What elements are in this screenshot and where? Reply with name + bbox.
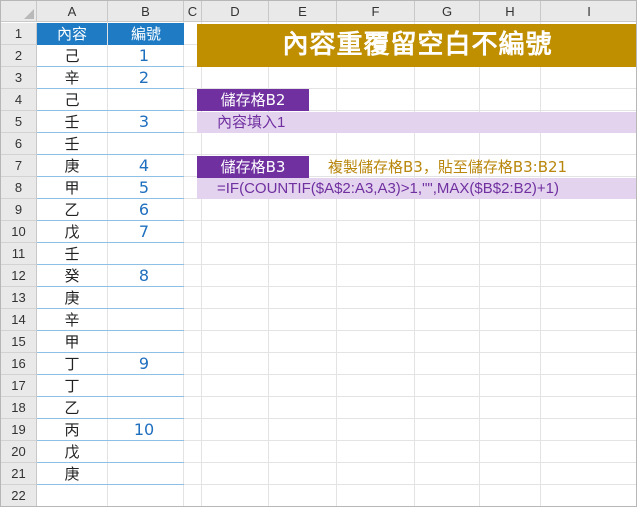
number-cell[interactable]: 4 [108, 155, 180, 177]
number-cell[interactable]: 9 [108, 353, 180, 375]
row-header[interactable]: 8 [1, 177, 37, 199]
row-header[interactable]: 12 [1, 265, 37, 287]
row-header[interactable]: 15 [1, 331, 37, 353]
title-banner[interactable]: 內容重覆留空白不編號 [197, 24, 636, 67]
number-cell[interactable] [108, 309, 180, 331]
content-cell[interactable]: 癸 [37, 265, 107, 287]
number-cell[interactable]: 8 [108, 265, 180, 287]
content-cell[interactable]: 己 [37, 89, 107, 111]
column-header[interactable]: H [480, 1, 541, 22]
number-cell[interactable]: 1 [108, 45, 180, 67]
row-header[interactable]: 14 [1, 309, 37, 331]
b2-formula-band[interactable]: 內容填入1 [197, 112, 636, 133]
content-cell[interactable]: 庚 [37, 287, 107, 309]
row-header[interactable]: 4 [1, 89, 37, 111]
column-gridline [336, 22, 337, 506]
number-cell[interactable]: 2 [108, 67, 180, 89]
content-cell[interactable]: 己 [37, 45, 107, 67]
column-header[interactable]: A [37, 1, 108, 22]
b3-copy-note[interactable]: 複製儲存格B3，貼至儲存格B3:B21 [328, 156, 567, 178]
column-header[interactable]: I [541, 1, 636, 22]
b2-label-tag[interactable]: 儲存格B2 [197, 89, 309, 111]
row-header[interactable]: 1 [1, 23, 37, 45]
row-header[interactable]: 18 [1, 397, 37, 419]
number-cell[interactable]: 10 [108, 419, 180, 441]
row-header[interactable]: 9 [1, 199, 37, 221]
number-cell[interactable] [108, 397, 180, 419]
number-cell[interactable] [108, 463, 180, 485]
number-cell[interactable]: 6 [108, 199, 180, 221]
number-cell[interactable] [108, 441, 180, 463]
row-header[interactable]: 7 [1, 155, 37, 177]
header-number-cell[interactable]: 編號 [108, 23, 184, 45]
content-cell[interactable]: 壬 [37, 133, 107, 155]
content-cell[interactable]: 丁 [37, 375, 107, 397]
table-row-divider [37, 484, 184, 485]
spreadsheet-grid: ABCDEFGHI 1 2 3 4 5 6 7 8 9 10 11 12 13 14 15 16 17 18 19 2… [0, 0, 637, 507]
column-gridline [540, 22, 541, 506]
column-header[interactable]: F [337, 1, 415, 22]
row-header[interactable]: 5 [1, 111, 37, 133]
row-header[interactable]: 22 [1, 485, 37, 506]
row-header[interactable]: 6 [1, 133, 37, 155]
number-cell[interactable] [108, 133, 180, 155]
b3-label-tag[interactable]: 儲存格B3 [197, 156, 309, 178]
row-header[interactable]: 19 [1, 419, 37, 441]
row-header[interactable]: 3 [1, 67, 37, 89]
content-cell[interactable]: 戊 [37, 441, 107, 463]
number-cell[interactable] [108, 331, 180, 353]
number-cell[interactable]: 5 [108, 177, 180, 199]
row-header[interactable]: 21 [1, 463, 37, 485]
content-cell[interactable]: 辛 [37, 67, 107, 89]
select-all-corner[interactable] [1, 1, 37, 22]
number-cell[interactable] [108, 243, 180, 265]
column-gridline [414, 22, 415, 506]
row-header[interactable]: 16 [1, 353, 37, 375]
column-gridline [479, 22, 480, 506]
row-header[interactable]: 20 [1, 441, 37, 463]
content-cell[interactable]: 辛 [37, 309, 107, 331]
content-cell[interactable]: 戊 [37, 221, 107, 243]
row-header[interactable]: 2 [1, 45, 37, 67]
content-cell[interactable]: 壬 [37, 111, 107, 133]
number-cell[interactable] [108, 89, 180, 111]
row-header[interactable]: 13 [1, 287, 37, 309]
row-header[interactable]: 11 [1, 243, 37, 265]
number-cell[interactable] [108, 375, 180, 397]
content-cell[interactable]: 丙 [37, 419, 107, 441]
content-cell[interactable]: 乙 [37, 397, 107, 419]
number-cell[interactable]: 7 [108, 221, 180, 243]
column-header[interactable]: B [108, 1, 184, 22]
column-header[interactable]: E [269, 1, 337, 22]
content-cell[interactable]: 乙 [37, 199, 107, 221]
content-cell[interactable]: 庚 [37, 463, 107, 485]
row-header[interactable]: 10 [1, 221, 37, 243]
number-cell[interactable]: 3 [108, 111, 180, 133]
column-header[interactable]: D [202, 1, 269, 22]
content-cell[interactable]: 壬 [37, 243, 107, 265]
b3-formula-band[interactable]: =IF(COUNTIF($A$2:A3,A3)>1,"",MAX($B$2:B2… [197, 178, 636, 199]
content-cell[interactable]: 庚 [37, 155, 107, 177]
column-header[interactable]: G [415, 1, 480, 22]
row-header[interactable]: 17 [1, 375, 37, 397]
content-cell[interactable]: 甲 [37, 331, 107, 353]
header-content-cell[interactable]: 內容 [37, 23, 107, 45]
column-header[interactable]: C [184, 1, 202, 22]
content-cell[interactable]: 丁 [37, 353, 107, 375]
content-cell[interactable]: 甲 [37, 177, 107, 199]
number-cell[interactable] [108, 287, 180, 309]
